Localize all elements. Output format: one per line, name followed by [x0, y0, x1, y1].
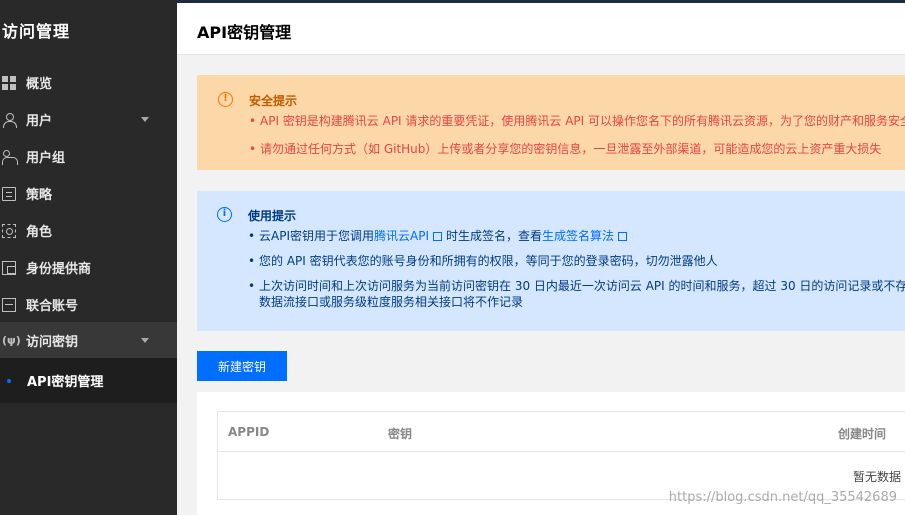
sidebar-item-label: 访问密钥: [26, 335, 79, 350]
main-content: ! 安全提示 API 密钥是构建腾讯云 API 请求的重要凭证，使用腾讯云 AP…: [177, 55, 905, 515]
text: 云API密钥用于您调用: [259, 229, 374, 243]
warning-icon: !: [218, 92, 233, 107]
sidebar-item-federated-accounts[interactable]: 联合账号: [0, 286, 177, 323]
sidebar-item-user-groups[interactable]: 用户组: [0, 138, 177, 175]
text: 时生成签名，查看: [446, 229, 543, 243]
page-header: API密钥管理: [177, 3, 905, 55]
sidebar-item-users[interactable]: 用户: [0, 101, 177, 138]
sidebar-title: 访问管理: [2, 22, 71, 41]
column-created-time: 创建时间: [838, 427, 887, 441]
chevron-down-icon: [141, 117, 149, 122]
security-alert-title: 安全提示: [249, 94, 298, 108]
empty-state-text: 暂无数据: [853, 470, 902, 484]
list-item: 上次访问时间和上次访问服务为当前访问密钥在 30 日内最近一次访问云 API 的…: [248, 278, 905, 310]
usage-alert-title: 使用提示: [248, 209, 297, 223]
list-item: 云API密钥用于您调用腾讯云API 时生成签名，查看生成签名算法: [248, 228, 905, 244]
security-alert: ! 安全提示 API 密钥是构建腾讯云 API 请求的重要凭证，使用腾讯云 AP…: [197, 75, 905, 170]
sidebar-item-label: 用户: [26, 114, 53, 129]
role-icon: [2, 223, 16, 238]
sidebar-item-label: 策略: [26, 188, 53, 203]
key-table: APPID 密钥 创建时间 暂无数据: [217, 411, 905, 500]
sidebar-item-label: 联合账号: [26, 299, 79, 314]
signature-algorithm-link[interactable]: 生成签名算法: [542, 229, 614, 243]
user-group-icon: [2, 149, 18, 165]
external-link-icon[interactable]: [433, 232, 442, 241]
sidebar-item-label: 角色: [26, 225, 53, 240]
sidebar-item-access-keys[interactable]: (ψ) 访问密钥: [0, 322, 177, 359]
list-item: 您的 API 密钥代表您的账号身份和所拥有的权限，等同于您的登录密码，切勿泄露他…: [248, 253, 905, 269]
list-item: API 密钥是构建腾讯云 API 请求的重要凭证，使用腾讯云 API 可以操作您…: [249, 113, 905, 129]
sidebar-item-policies[interactable]: 策略: [0, 175, 177, 212]
sidebar-subitem-label: API密钥管理: [27, 375, 104, 390]
column-key: 密钥: [388, 427, 413, 441]
active-dot-icon: [7, 378, 11, 383]
sidebar-item-label: 概览: [26, 77, 53, 92]
sidebar-item-identity-providers[interactable]: 身份提供商: [0, 249, 177, 286]
policy-icon: [2, 186, 16, 201]
usage-alert-list: 云API密钥用于您调用腾讯云API 时生成签名，查看生成签名算法 您的 API 密…: [248, 228, 905, 319]
info-icon: i: [217, 207, 232, 222]
sidebar-item-overview[interactable]: 概览: [0, 64, 177, 101]
external-link-icon[interactable]: [618, 232, 628, 241]
page-title: API密钥管理: [197, 23, 292, 42]
security-alert-list: API 密钥是构建腾讯云 API 请求的重要凭证，使用腾讯云 API 可以操作您…: [249, 113, 905, 169]
usage-alert: i 使用提示 云API密钥用于您调用腾讯云API 时生成签名，查看生成签名算法 您…: [197, 191, 905, 331]
key-icon: (ψ): [2, 333, 21, 347]
table-header: APPID 密钥 创建时间: [218, 412, 905, 452]
sidebar-item-label: 用户组: [26, 151, 66, 166]
sidebar-item-roles[interactable]: 角色: [0, 212, 177, 249]
sidebar-subitem-api-key-management[interactable]: API密钥管理: [0, 358, 177, 403]
chevron-down-icon: [141, 338, 149, 343]
user-icon: [2, 112, 17, 128]
sidebar-item-label: 身份提供商: [26, 262, 92, 277]
column-appid: APPID: [228, 425, 270, 439]
tencent-cloud-api-link[interactable]: 腾讯云API: [374, 229, 429, 243]
identity-provider-icon: [2, 260, 16, 275]
new-key-button[interactable]: 新建密钥: [197, 351, 287, 381]
list-item: 请勿通过任何方式（如 GitHub）上传或者分享您的密钥信息，一旦泄露至外部渠道…: [249, 141, 905, 157]
federated-account-icon: [2, 297, 16, 312]
watermark: https://blog.csdn.net/qq_35542689: [668, 490, 897, 505]
grid-icon: [2, 75, 16, 90]
sidebar: 访问管理 概览 用户 用户组 策略 角色 身份提供商 联合账号 (ψ) 访问密钥…: [0, 0, 177, 515]
